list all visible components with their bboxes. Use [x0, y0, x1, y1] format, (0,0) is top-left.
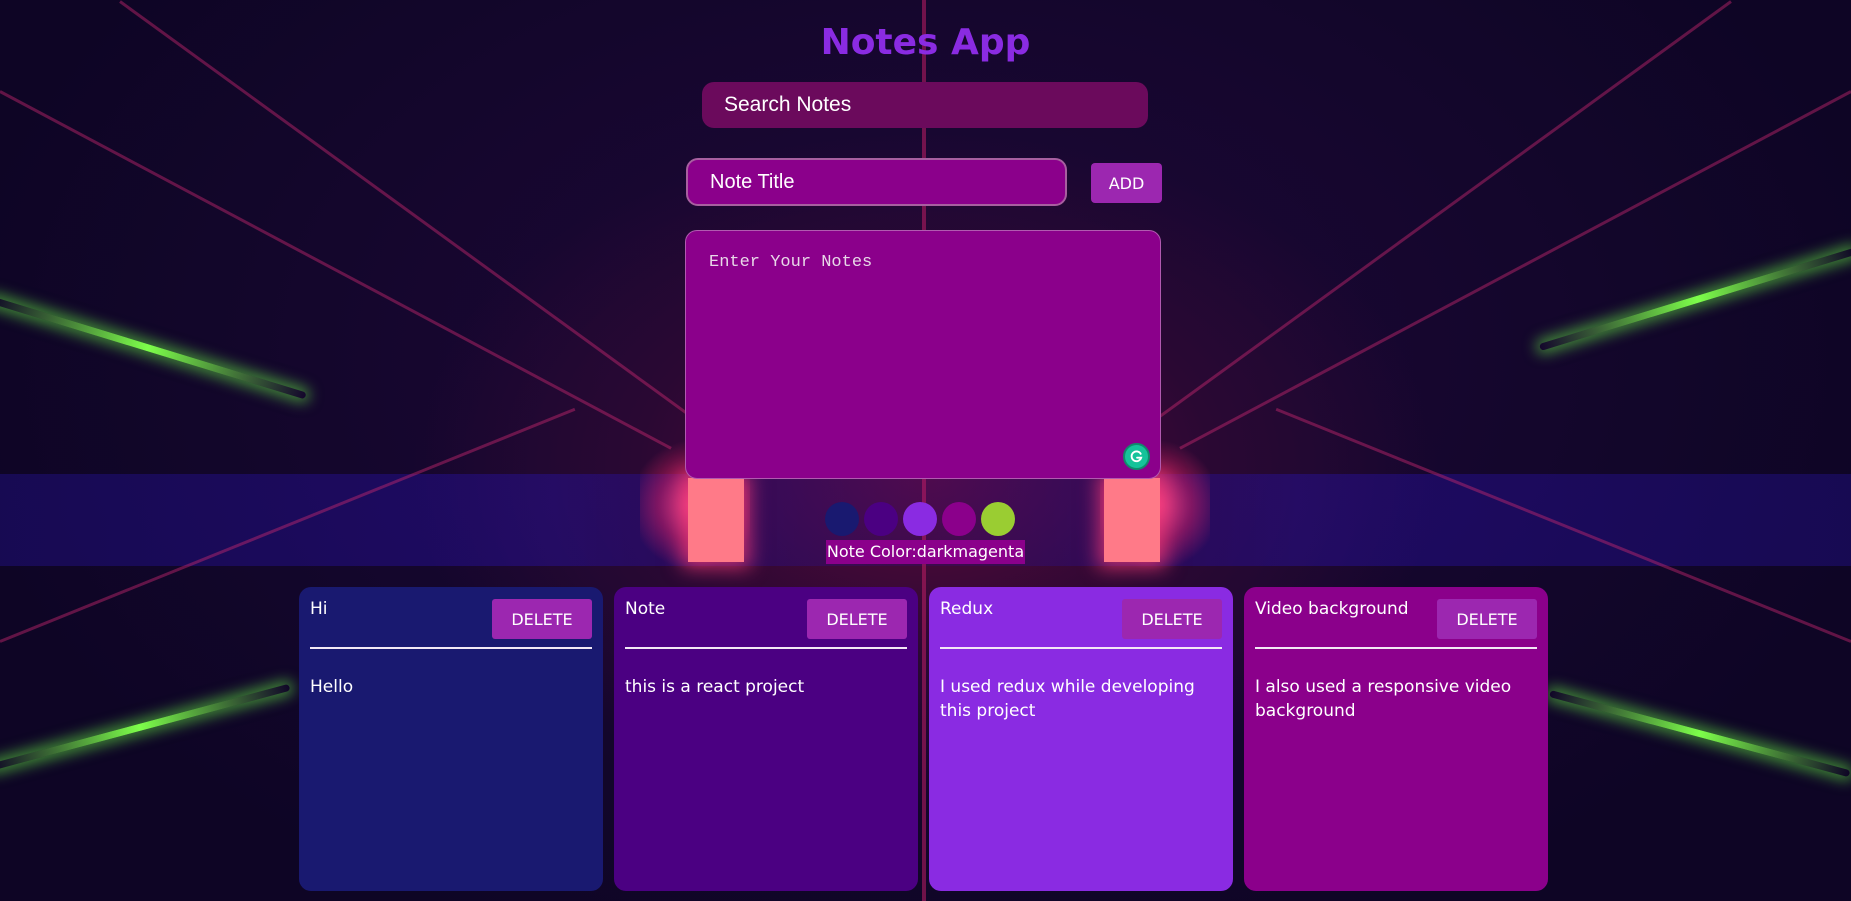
note-body-textarea[interactable] — [685, 230, 1161, 479]
note-body: I used redux while developing this proje… — [940, 677, 1195, 721]
background-green-beam — [0, 296, 307, 400]
color-swatch[interactable] — [864, 502, 898, 536]
note-card: Video background DELETE I also used a resp… — [1244, 587, 1548, 891]
background-panel — [688, 478, 744, 562]
background-green-beam — [0, 683, 291, 771]
color-swatch[interactable] — [942, 502, 976, 536]
note-title: Redux — [940, 599, 994, 619]
background-green-beam — [1549, 690, 1851, 778]
grammarly-icon[interactable] — [1123, 443, 1150, 470]
note-color-label: Note Color:darkmagenta — [826, 540, 1025, 564]
note-header: Note DELETE — [625, 599, 907, 649]
note-title-input[interactable] — [686, 158, 1067, 206]
delete-note-button[interactable]: DELETE — [492, 599, 592, 639]
background-strut — [1179, 90, 1851, 450]
color-swatch[interactable] — [825, 502, 859, 536]
note-title: Note — [625, 599, 666, 619]
notes-grid: Hi DELETE Hello Note DELETE this is a react p… — [299, 587, 1548, 891]
note-header: Hi DELETE — [310, 599, 592, 649]
delete-note-button[interactable]: DELETE — [807, 599, 907, 639]
note-title: Hi — [310, 599, 328, 619]
color-swatch[interactable] — [981, 502, 1015, 536]
note-card: Hi DELETE Hello — [299, 587, 603, 891]
background-strut — [0, 90, 672, 450]
note-card: Redux DELETE I used redux while developing… — [929, 587, 1233, 891]
delete-note-button[interactable]: DELETE — [1122, 599, 1222, 639]
note-header: Redux DELETE — [940, 599, 1222, 649]
add-note-button[interactable]: ADD — [1091, 163, 1162, 203]
delete-note-button[interactable]: DELETE — [1437, 599, 1537, 639]
background-panel — [1104, 478, 1160, 562]
color-swatch[interactable] — [903, 502, 937, 536]
background-strut — [1147, 0, 1732, 426]
note-body: this is a react project — [625, 677, 805, 697]
note-body: Hello — [310, 677, 354, 697]
grammarly-g-glyph — [1130, 450, 1143, 463]
note-card: Note DELETE this is a react project — [614, 587, 918, 891]
note-header: Video background DELETE — [1255, 599, 1537, 649]
note-title: Video background — [1255, 599, 1409, 619]
search-input[interactable] — [702, 82, 1148, 128]
app-title: Notes App — [820, 22, 1031, 63]
color-picker — [825, 502, 1015, 536]
background-green-beam — [1538, 247, 1851, 351]
note-body: I also used a responsive video backgroun… — [1255, 677, 1512, 721]
